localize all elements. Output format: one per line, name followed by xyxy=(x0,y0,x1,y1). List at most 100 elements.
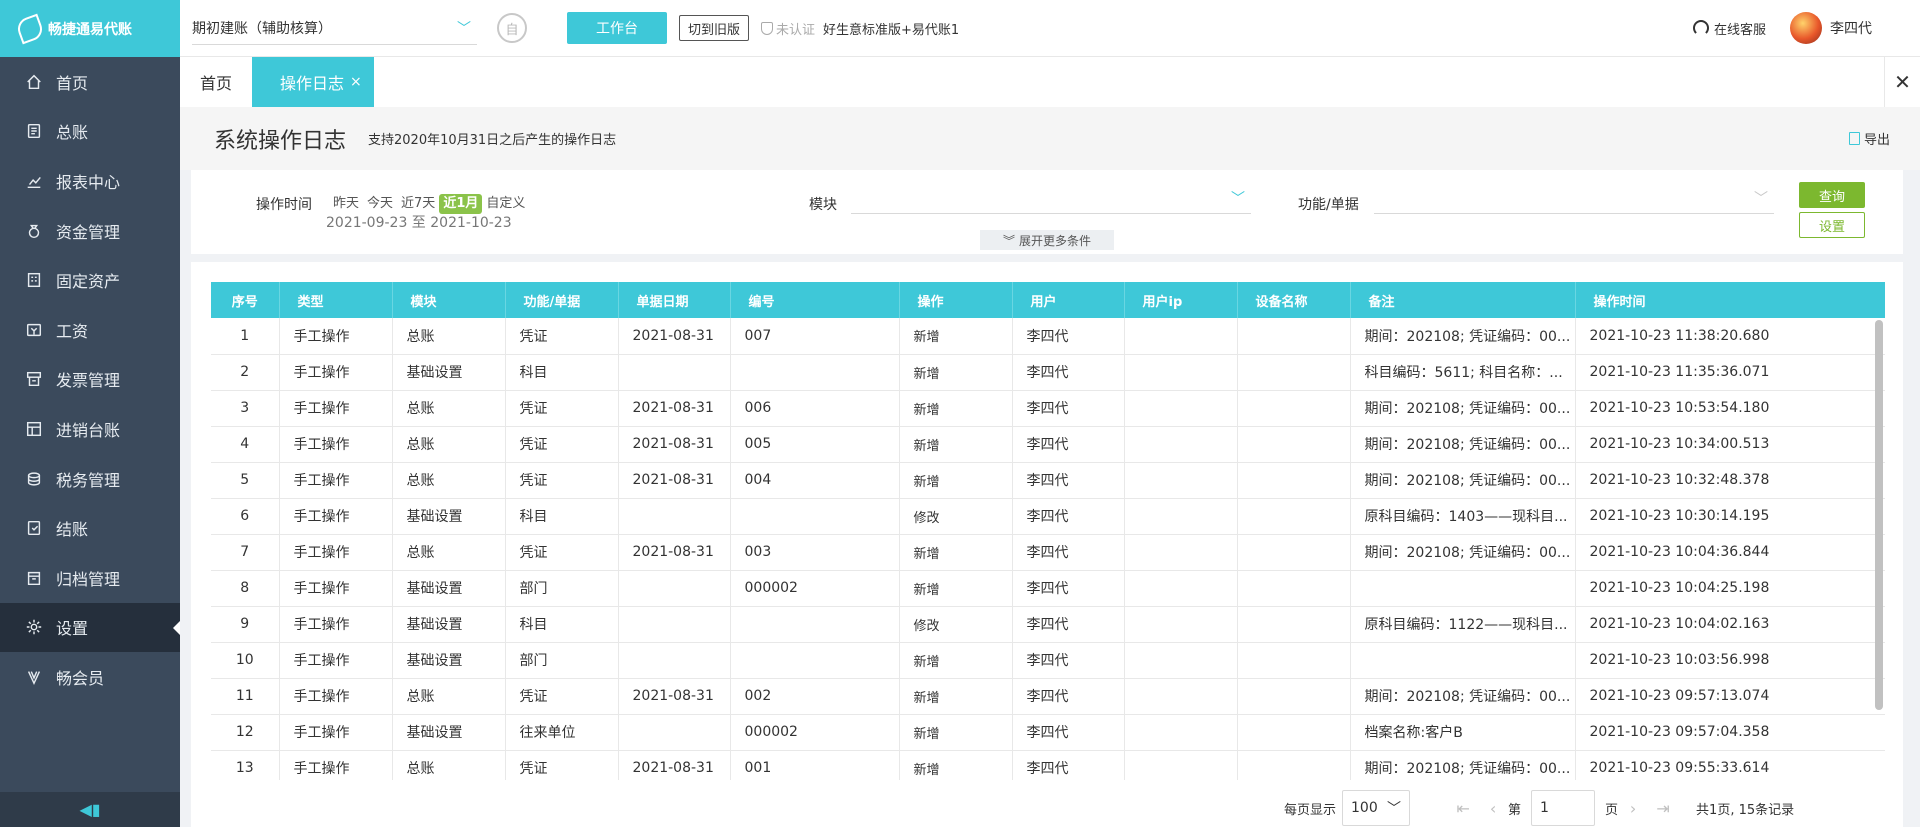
account-book-select[interactable]: 期初建账（辅助核算） ﹀ xyxy=(192,11,477,45)
table-row[interactable]: 10 手工操作 基础设置 部门 新增 李四代 2021-10-23 10:03:56.998 xyxy=(211,642,1885,679)
username[interactable]: 李四代 xyxy=(1830,18,1872,38)
sidebar-item-3[interactable]: 资金管理 xyxy=(0,206,180,256)
sidebar-item-4[interactable]: 固定资产 xyxy=(0,255,180,305)
sidebar-item-label: 工资 xyxy=(56,321,89,341)
last-page-icon[interactable]: ⇥ xyxy=(1648,799,1678,818)
prev-page-icon[interactable]: ‹ xyxy=(1478,799,1508,818)
first-page-icon[interactable]: ⇤ xyxy=(1448,799,1478,818)
table-row[interactable]: 4 手工操作 总账 凭证 2021-08-31 005 新增 李四代 期间：202108; 凭证… xyxy=(211,426,1885,463)
collapse-sidebar-button[interactable]: ◀▮ xyxy=(0,792,180,827)
sidebar-item-9[interactable]: 结账 xyxy=(0,503,180,553)
column-header[interactable]: 设备名称 xyxy=(1237,282,1351,318)
time-label: 操作时间 xyxy=(256,197,312,213)
function-select[interactable]: ﹀ xyxy=(1374,184,1774,214)
quick-range-option[interactable]: 近7天 xyxy=(397,194,439,214)
table-cell: 总账 xyxy=(392,426,506,463)
page-number-value: 1 xyxy=(1540,800,1549,816)
quick-range-option[interactable]: 今天 xyxy=(363,194,397,214)
settings-button[interactable]: 设置 xyxy=(1799,212,1865,238)
table-cell: 李四代 xyxy=(1012,390,1125,427)
column-header[interactable]: 模块 xyxy=(392,282,506,318)
shield-icon xyxy=(761,21,774,35)
column-header[interactable]: 操作时间 xyxy=(1575,282,1885,318)
table-cell: 2021-10-23 10:30:14.195 xyxy=(1575,498,1885,535)
logo[interactable]: 畅捷通易代账 xyxy=(0,0,180,57)
column-header[interactable]: 单据日期 xyxy=(618,282,731,318)
quick-range-option[interactable]: 昨天 xyxy=(329,194,363,214)
query-button[interactable]: 查询 xyxy=(1799,182,1865,208)
close-tab-icon[interactable]: × xyxy=(350,74,362,90)
table-row[interactable]: 6 手工操作 基础设置 科目 修改 李四代 原科目编码：1403——现科目... 2021-1… xyxy=(211,498,1885,535)
table-cell: 手工操作 xyxy=(279,426,393,463)
table-cell: 手工操作 xyxy=(279,750,393,780)
table-row[interactable]: 5 手工操作 总账 凭证 2021-08-31 004 新增 李四代 期间：202108; 凭证… xyxy=(211,462,1885,499)
table-cell: 李四代 xyxy=(1012,534,1125,571)
vertical-scrollbar[interactable] xyxy=(1875,320,1883,710)
table-cell: 2021-10-23 10:04:02.163 xyxy=(1575,606,1885,643)
sidebar-item-2[interactable]: 报表中心 xyxy=(0,156,180,206)
page-size-select[interactable]: 100 ﹀ xyxy=(1342,790,1411,826)
chevron-down-icon: ﹀ xyxy=(1754,191,1768,207)
table-cell: 003 xyxy=(730,534,900,571)
table-cell: 2021-10-23 11:38:20.680 xyxy=(1575,318,1885,355)
column-header[interactable]: 操作 xyxy=(899,282,1013,318)
table-row[interactable]: 7 手工操作 总账 凭证 2021-08-31 003 新增 李四代 期间：202108; 凭证… xyxy=(211,534,1885,571)
sidebar-item-1[interactable]: 总账 xyxy=(0,107,180,157)
close-all-tabs-button[interactable]: ✕ xyxy=(1884,57,1920,107)
column-header[interactable]: 序号 xyxy=(211,282,280,318)
column-header[interactable]: 备注 xyxy=(1350,282,1576,318)
expand-more-conditions-button[interactable]: ︾ 展开更多条件 xyxy=(980,230,1114,250)
workbench-button[interactable]: 工作台 xyxy=(567,12,667,44)
sidebar-item-7[interactable]: 进销台账 xyxy=(0,404,180,454)
date-range[interactable]: 2021-09-23 至 2021-10-23 xyxy=(326,212,512,232)
table-cell: 13 xyxy=(211,750,280,780)
switch-old-version-button[interactable]: 切到旧版 xyxy=(679,15,750,41)
sidebar-item-5[interactable]: 工资 xyxy=(0,305,180,355)
self-button[interactable]: 自 xyxy=(497,13,527,43)
column-header[interactable]: 用户ip xyxy=(1124,282,1238,318)
sidebar-item-11[interactable]: 设置 xyxy=(0,602,180,653)
table-row[interactable]: 3 手工操作 总账 凭证 2021-08-31 006 新增 李四代 期间：202108; 凭证… xyxy=(211,390,1885,427)
column-header[interactable]: 编号 xyxy=(730,282,900,318)
table-cell: 李四代 xyxy=(1012,318,1125,355)
tab-home[interactable]: 首页 xyxy=(180,57,252,107)
quick-range-option[interactable]: 自定义 xyxy=(482,194,529,214)
table-cell: 凭证 xyxy=(505,462,619,499)
page-number-input[interactable]: 1 xyxy=(1531,790,1596,826)
column-header[interactable]: 用户 xyxy=(1012,282,1125,318)
table-cell: 手工操作 xyxy=(279,714,393,751)
sidebar-item-label: 结账 xyxy=(56,520,89,540)
table-cell: 2021-08-31 xyxy=(618,390,731,427)
table-row[interactable]: 8 手工操作 基础设置 部门 000002 新增 李四代 2021-10-23 10:04:2… xyxy=(211,570,1885,607)
sidebar-item-label: 固定资产 xyxy=(56,272,121,292)
table-row[interactable]: 1 手工操作 总账 凭证 2021-08-31 007 新增 李四代 期间：202108; 凭证… xyxy=(211,318,1885,355)
sidebar-item-0[interactable]: 首页 xyxy=(0,57,180,107)
sidebar-item-12[interactable]: 畅会员 xyxy=(0,652,180,702)
next-page-icon[interactable]: › xyxy=(1618,799,1648,818)
table-row[interactable]: 9 手工操作 基础设置 科目 修改 李四代 原科目编码：1122——现科目... 2021-1… xyxy=(211,606,1885,643)
avatar[interactable] xyxy=(1790,12,1822,44)
table-cell xyxy=(618,354,731,391)
table-row[interactable]: 12 手工操作 基础设置 往来单位 000002 新增 李四代 档案名称:客户B 2021-10… xyxy=(211,714,1885,751)
certification-status[interactable]: 未认证 xyxy=(761,19,815,38)
column-header[interactable]: 类型 xyxy=(279,282,393,318)
table-cell: 李四代 xyxy=(1012,750,1125,780)
sidebar-item-8[interactable]: 税务管理 xyxy=(0,454,180,504)
export-button[interactable]: 导出 xyxy=(1848,129,1890,148)
table-cell: 科目 xyxy=(505,354,619,391)
tab-operation-log[interactable]: 操作日志 × xyxy=(252,57,374,107)
table-cell: 11 xyxy=(211,678,280,715)
online-service-link[interactable]: 在线客服 xyxy=(1692,19,1766,38)
table-row[interactable]: 2 手工操作 基础设置 科目 新增 李四代 科目编码：5611; 科目名称：... 2021-… xyxy=(211,354,1885,391)
table-cell: 期间：202108; 凭证编码：00... xyxy=(1350,426,1576,463)
quick-range-option[interactable]: 近1月 xyxy=(439,194,483,214)
column-header[interactable]: 功能/单据 xyxy=(505,282,619,318)
table-cell: 新增 xyxy=(899,642,1013,679)
table-row[interactable]: 11 手工操作 总账 凭证 2021-08-31 002 新增 李四代 期间：202108; 凭… xyxy=(211,678,1885,715)
sidebar-item-6[interactable]: 发票管理 xyxy=(0,355,180,405)
module-select[interactable]: ﹀ xyxy=(851,184,1251,214)
table-cell: 2021-08-31 xyxy=(618,534,731,571)
sidebar-item-10[interactable]: 归档管理 xyxy=(0,553,180,603)
table-cell: 凭证 xyxy=(505,750,619,780)
table-row[interactable]: 13 手工操作 总账 凭证 2021-08-31 001 新增 李四代 期间：202108; 凭… xyxy=(211,750,1885,780)
